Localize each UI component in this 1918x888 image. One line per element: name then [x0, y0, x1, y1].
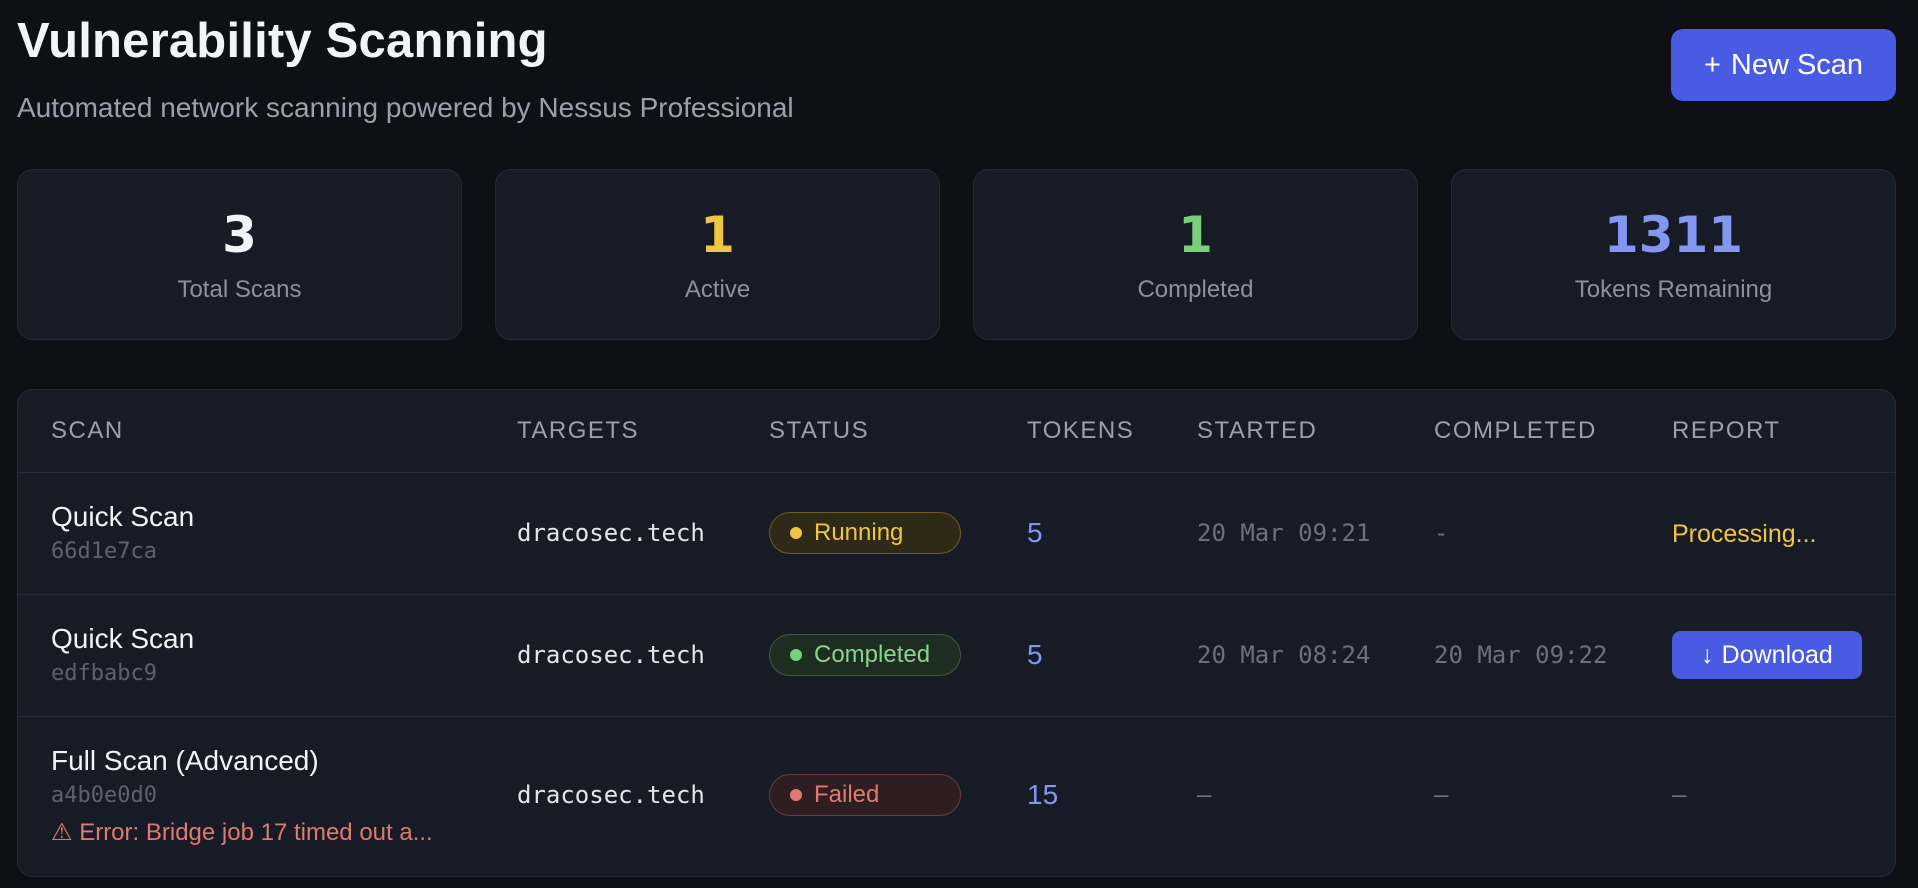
column-header-completed: COMPLETED: [1434, 417, 1597, 444]
status-badge: Failed: [769, 774, 961, 816]
table-row[interactable]: Quick Scan edfbabc9 dracosec.tech Comple…: [18, 595, 1895, 717]
scan-id: 66d1e7ca: [51, 539, 157, 564]
scan-completed: 20 Mar 09:22: [1434, 641, 1608, 669]
scan-name: Full Scan (Advanced): [51, 745, 319, 776]
column-header-status: STATUS: [769, 417, 870, 444]
report-empty: —: [1672, 781, 1687, 809]
table-row[interactable]: Quick Scan 66d1e7ca dracosec.tech Runnin…: [18, 473, 1895, 595]
status-badge: Running: [769, 512, 961, 554]
status-label: Running: [814, 519, 904, 546]
report-processing: Processing...: [1672, 520, 1817, 548]
scan-tokens: 5: [1027, 517, 1043, 548]
scan-error[interactable]: ⚠ Error: Bridge job 17 timed out a...: [51, 818, 433, 847]
scans-table: SCAN TARGETS STATUS TOKENS STARTED COMPL…: [17, 389, 1896, 877]
stat-card-tokens-remaining: 1311 Tokens Remaining: [1451, 169, 1896, 340]
stat-card-total-scans: 3 Total Scans: [17, 169, 462, 340]
stat-card-completed: 1 Completed: [973, 169, 1418, 340]
scan-completed: -: [1434, 519, 1449, 547]
page-header: Vulnerability Scanning Automated network…: [17, 12, 1896, 132]
stats-row: 3 Total Scans 1 Active 1 Completed 1311 …: [17, 169, 1896, 340]
stat-label: Completed: [1137, 275, 1254, 303]
stat-value: 1311: [1603, 205, 1744, 264]
scan-id: a4b0e0d0: [51, 783, 157, 808]
scan-target: dracosec.tech: [517, 519, 705, 547]
table-row[interactable]: Full Scan (Advanced) a4b0e0d0 ⚠ Error: B…: [18, 717, 1895, 876]
column-header-started: STARTED: [1197, 417, 1318, 444]
plus-icon: +: [1703, 48, 1721, 81]
new-scan-button[interactable]: + New Scan: [1671, 29, 1896, 101]
scan-completed: —: [1434, 781, 1449, 809]
column-header-scan: SCAN: [51, 417, 124, 444]
scan-started: —: [1197, 781, 1212, 809]
scan-name: Quick Scan: [51, 501, 195, 532]
stat-card-active: 1 Active: [495, 169, 940, 340]
stat-label: Total Scans: [177, 275, 302, 303]
status-label: Failed: [814, 781, 880, 808]
stat-value: 3: [222, 205, 257, 264]
status-dot-icon: [790, 649, 802, 661]
column-header-tokens: TOKENS: [1027, 417, 1135, 444]
report-cell: ↓ Download: [1672, 631, 1862, 679]
scan-cell: Quick Scan 66d1e7ca: [51, 501, 194, 564]
scan-started: 20 Mar 09:21: [1197, 519, 1371, 547]
scan-target: dracosec.tech: [517, 781, 705, 809]
stat-label: Active: [684, 275, 751, 303]
scan-cell: Full Scan (Advanced) a4b0e0d0 ⚠ Error: B…: [51, 745, 433, 847]
scan-tokens: 5: [1027, 639, 1043, 670]
download-report-button[interactable]: ↓ Download: [1672, 631, 1862, 679]
status-dot-icon: [790, 789, 802, 801]
status-badge-completed: Completed: [769, 634, 961, 676]
new-scan-label: New Scan: [1730, 48, 1864, 81]
status-label: Completed: [814, 641, 931, 668]
table-header: SCAN TARGETS STATUS TOKENS STARTED COMPL…: [18, 390, 1895, 473]
scan-id: edfbabc9: [51, 661, 157, 686]
stat-value: 1: [700, 205, 735, 264]
download-arrow-icon: ↓: [1701, 640, 1714, 669]
page-title: Vulnerability Scanning: [17, 14, 548, 68]
error-message: Error: Bridge job 17 timed out a...: [79, 819, 433, 846]
scan-cell: Quick Scan edfbabc9: [51, 623, 194, 686]
column-header-report: REPORT: [1672, 417, 1781, 444]
scan-target: dracosec.tech: [517, 641, 705, 669]
page-subtitle: Automated network scanning powered by Ne…: [17, 92, 794, 123]
scan-started: 20 Mar 08:24: [1197, 641, 1371, 669]
stat-label: Tokens Remaining: [1574, 275, 1773, 303]
status-badge-failed: Failed: [769, 774, 961, 816]
status-badge-running: Running: [769, 512, 961, 554]
status-dot-icon: [790, 527, 802, 539]
scan-tokens: 15: [1027, 779, 1059, 810]
status-badge: Completed: [769, 634, 961, 676]
column-header-targets: TARGETS: [517, 417, 640, 444]
download-label: Download: [1721, 640, 1833, 669]
scan-name: Quick Scan: [51, 623, 195, 654]
stat-value: 1: [1178, 205, 1213, 264]
warning-icon: ⚠: [51, 819, 73, 846]
